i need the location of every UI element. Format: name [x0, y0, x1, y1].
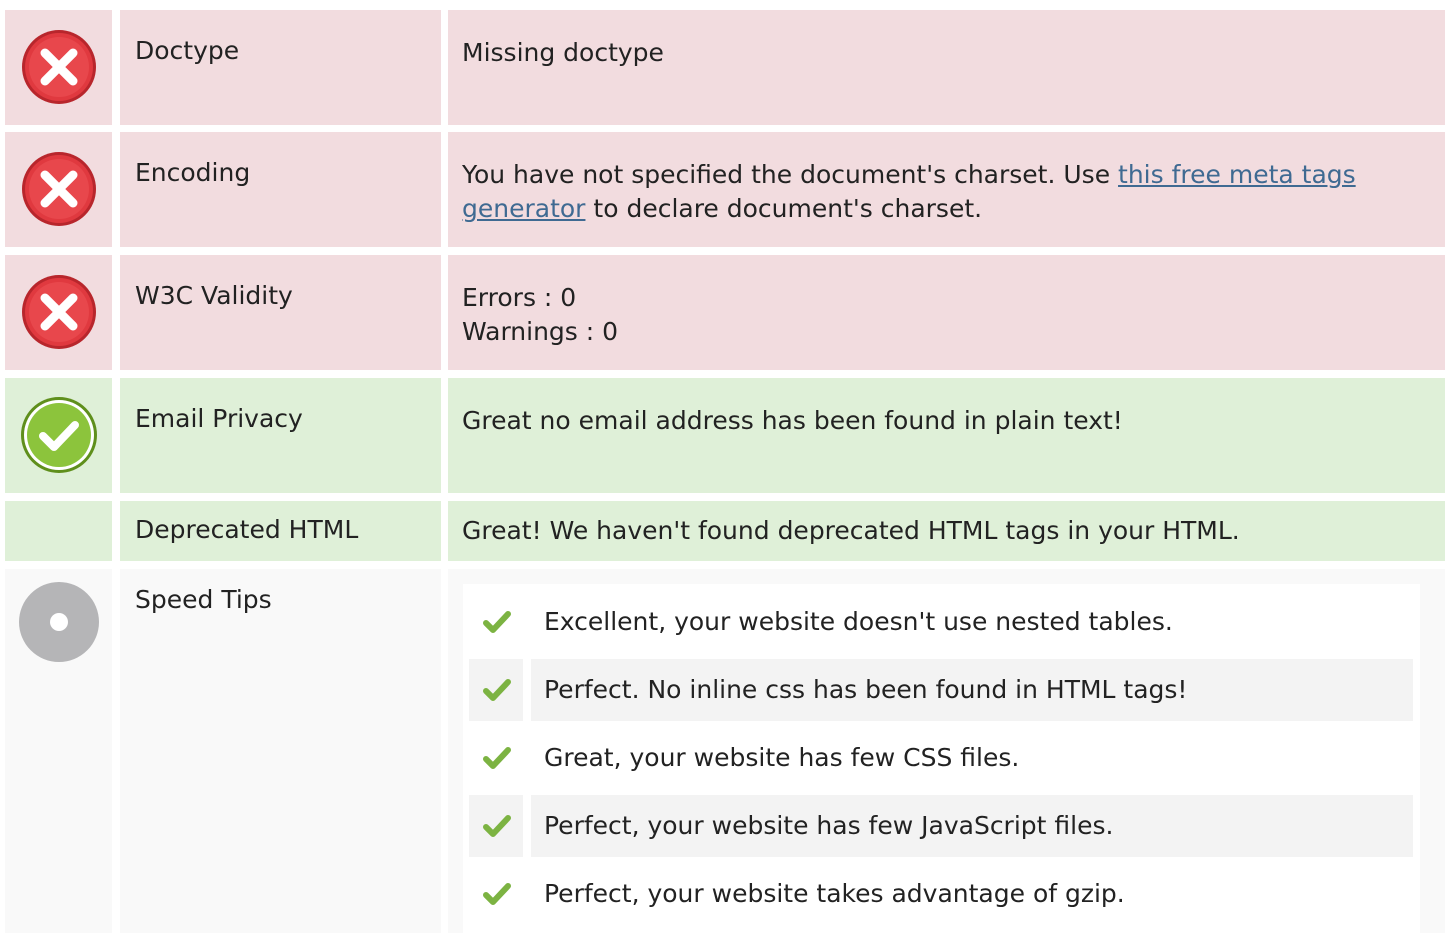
row-label: Speed Tips [120, 569, 441, 933]
list-item: Perfect. No inline css has been found in… [469, 659, 1413, 721]
value-text: to declare document's charset. [585, 194, 983, 223]
report-row-speed-tips: Speed Tips Excellent, your website doesn… [5, 569, 1445, 940]
info-dot-icon [18, 581, 99, 662]
row-label: Email Privacy [120, 378, 441, 493]
status-cell [5, 569, 112, 933]
row-value: Excellent, your website doesn't use nest… [448, 569, 1445, 940]
warnings-count: Warnings : 0 [462, 317, 619, 346]
checkmark-icon [469, 727, 523, 789]
speed-tips-list: Excellent, your website doesn't use nest… [463, 584, 1420, 940]
status-cell [5, 10, 112, 125]
list-item: Excellent, your website doesn't use nest… [469, 591, 1413, 653]
row-value: Errors : 0 Warnings : 0 [448, 255, 1445, 370]
status-cell [5, 132, 112, 247]
tip-text: Excellent, your website doesn't use nest… [544, 607, 1173, 636]
checkmark-icon [469, 659, 523, 721]
row-value: Missing doctype [448, 10, 1445, 125]
row-label: Deprecated HTML [120, 501, 441, 561]
report-row-encoding: Encoding You have not specified the docu… [5, 132, 1445, 247]
checkmark-icon [469, 591, 523, 653]
report-row-doctype: Doctype Missing doctype [5, 10, 1445, 125]
report-row-deprecated-html: Deprecated HTML Great! We haven't found … [5, 501, 1445, 561]
errors-count: Errors : 0 [462, 283, 577, 312]
error-x-icon [19, 149, 99, 229]
seo-report-table: Doctype Missing doctype Encoding You hav… [0, 0, 1445, 940]
tip-text: Perfect, your website has few JavaScript… [531, 795, 1413, 857]
report-row-email-privacy: Email Privacy Great no email address has… [5, 378, 1445, 493]
value-text: You have not specified the document's ch… [462, 160, 1119, 189]
checkmark-icon [469, 795, 523, 857]
tip-text: Great, your website has few CSS files. [544, 743, 1020, 772]
tip-text: Perfect. No inline css has been found in… [531, 659, 1413, 721]
row-label: W3C Validity [120, 255, 441, 370]
success-check-icon [19, 395, 99, 475]
row-label: Doctype [120, 10, 441, 125]
tip-text: Perfect, your website takes advantage of… [544, 879, 1125, 908]
checkmark-icon [469, 863, 523, 925]
report-row-w3c-validity: W3C Validity Errors : 0 Warnings : 0 [5, 255, 1445, 370]
status-cell [5, 378, 112, 493]
row-value: Great! We haven't found deprecated HTML … [448, 501, 1445, 561]
row-value: You have not specified the document's ch… [448, 132, 1445, 247]
error-x-icon [19, 27, 99, 107]
status-cell [5, 255, 112, 370]
status-cell [5, 501, 112, 561]
row-value: Great no email address has been found in… [448, 378, 1445, 493]
list-item: Perfect, your website has few JavaScript… [469, 795, 1413, 857]
error-x-icon [19, 272, 99, 352]
row-label: Encoding [120, 132, 441, 247]
list-item: Great, your website has few CSS files. [469, 727, 1413, 789]
list-item: Perfect, your website takes advantage of… [469, 863, 1413, 925]
